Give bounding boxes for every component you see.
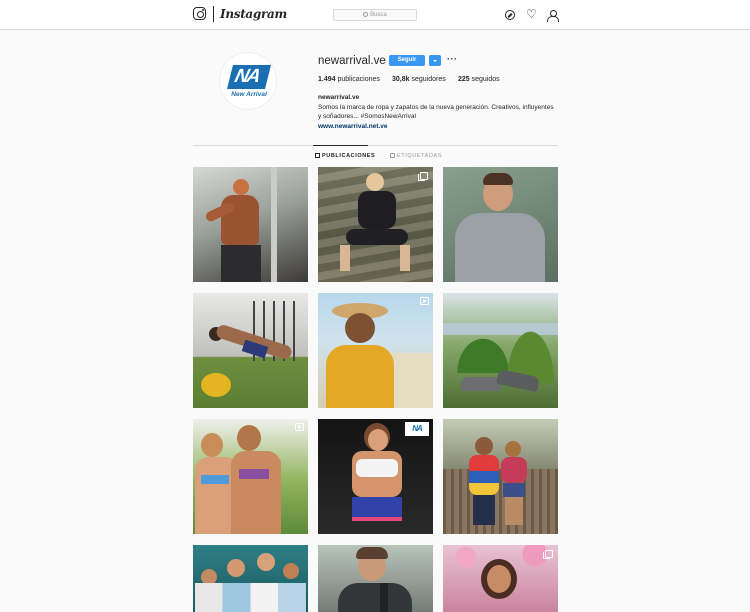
photo-head — [227, 559, 245, 577]
followers-count: 30,8k — [392, 76, 410, 83]
photo-head — [475, 437, 493, 455]
post-thumbnail[interactable] — [318, 167, 433, 282]
photo-bikini — [239, 469, 269, 479]
heart-icon[interactable]: ♡ — [526, 8, 537, 20]
tab-posts-label: PUBLICACIONES — [322, 153, 376, 159]
suggestions-dropdown-button[interactable] — [429, 55, 441, 66]
tag-icon — [390, 153, 395, 158]
post-thumbnail[interactable] — [193, 545, 308, 612]
photo-leg — [400, 245, 410, 271]
instagram-glyph-icon[interactable] — [193, 7, 206, 20]
following-count: 225 — [458, 76, 470, 83]
photo-head — [237, 425, 261, 451]
photo-head — [201, 433, 223, 457]
instagram-wordmark[interactable]: Instagram — [220, 7, 287, 21]
photo-pants — [473, 495, 495, 525]
tab-tagged[interactable]: ETIQUETADAS — [390, 153, 442, 159]
photo-shirt — [469, 455, 499, 495]
search-placeholder: Busca — [370, 12, 387, 18]
photo-body — [231, 451, 281, 534]
photo-sweatshirt — [455, 213, 545, 282]
photo-head — [366, 173, 384, 191]
post-thumbnail[interactable] — [193, 419, 308, 534]
photo-ball — [201, 373, 231, 397]
photo-sneaker — [461, 377, 501, 391]
photo-face — [345, 313, 375, 343]
following-label: seguidos — [471, 76, 500, 83]
video-post-icon — [420, 297, 429, 305]
top-nav-bar: Instagram Busca ♡ — [0, 0, 750, 30]
brand-watermark: NA — [405, 422, 429, 436]
photo-sand — [388, 353, 433, 408]
brand-logo-text: New Arrival — [231, 91, 267, 98]
photo-top — [358, 191, 396, 229]
video-post-icon — [295, 423, 304, 431]
post-thumbnail[interactable] — [193, 167, 308, 282]
post-thumbnail[interactable] — [193, 293, 308, 408]
brand-logo-mark: NA — [227, 65, 271, 89]
photo-head — [233, 179, 249, 195]
photo-hair — [356, 547, 388, 559]
profile-icon[interactable] — [547, 10, 559, 22]
photo-bikini — [201, 475, 229, 484]
followers-label: seguidores — [411, 76, 446, 83]
posts-label: publicaciones — [337, 76, 380, 83]
follow-button[interactable]: Seguir — [389, 55, 425, 66]
post-thumbnail[interactable] — [443, 545, 558, 612]
grid-icon — [315, 153, 320, 158]
post-thumbnail[interactable] — [443, 419, 558, 534]
profile-bio: newarrival.ve Somos la marca de ropa y z… — [318, 93, 558, 131]
photo-head — [257, 553, 275, 571]
photo-head — [283, 563, 299, 579]
posts-count: 1.494 — [318, 76, 336, 83]
explore-icon[interactable] — [505, 10, 515, 20]
photo-shirt — [326, 345, 394, 408]
post-thumbnail[interactable]: NA — [318, 419, 433, 534]
following-stat[interactable]: 225 seguidos — [458, 76, 500, 83]
profile-avatar[interactable]: NA New Arrival — [219, 52, 277, 110]
photo-shorts — [221, 245, 261, 282]
post-thumbnail[interactable] — [443, 167, 558, 282]
bio-name: newarrival.ve — [318, 94, 360, 101]
post-thumbnail[interactable] — [318, 293, 433, 408]
tabs-divider — [193, 145, 558, 146]
photo-shorts-trim — [352, 517, 402, 521]
photo-bridge — [443, 469, 558, 534]
photo-shirts — [195, 583, 306, 612]
posts-stat: 1.494 publicaciones — [318, 76, 380, 83]
search-icon — [363, 12, 369, 17]
photo-leg — [340, 245, 350, 271]
post-thumbnail[interactable] — [318, 545, 433, 612]
photo-legs — [505, 497, 523, 525]
multiple-photos-icon — [543, 550, 553, 559]
photo-shorts — [503, 483, 525, 497]
bio-website-link[interactable]: www.newarrival.net.ve — [318, 122, 558, 132]
photo-gym-bar — [271, 167, 277, 282]
photo-top — [501, 457, 527, 483]
logo-divider — [213, 6, 214, 22]
photo-bottle — [380, 583, 388, 612]
active-tab-indicator — [313, 145, 368, 146]
photo-head — [505, 441, 521, 457]
photo-shirt — [338, 583, 412, 612]
photo-hair — [483, 173, 513, 185]
followers-stat[interactable]: 30,8k seguidores — [392, 76, 446, 83]
post-thumbnail[interactable] — [443, 293, 558, 408]
photo-face — [368, 429, 388, 451]
more-options-button[interactable]: ··· — [447, 54, 458, 64]
photo-shorts — [352, 497, 402, 519]
brand-logo-letters: NA — [232, 66, 262, 87]
photo-sports-bra — [356, 459, 398, 477]
tab-posts[interactable]: PUBLICACIONES — [315, 153, 375, 159]
photo-legs — [346, 229, 408, 245]
photo-face — [487, 565, 511, 593]
bio-text: Somos la marca de ropa y zapatos de la n… — [318, 103, 554, 121]
search-input[interactable]: Busca — [333, 9, 417, 21]
multiple-photos-icon — [418, 172, 428, 181]
profile-username: newarrival.ve — [318, 55, 386, 67]
tab-tagged-label: ETIQUETADAS — [397, 153, 443, 159]
